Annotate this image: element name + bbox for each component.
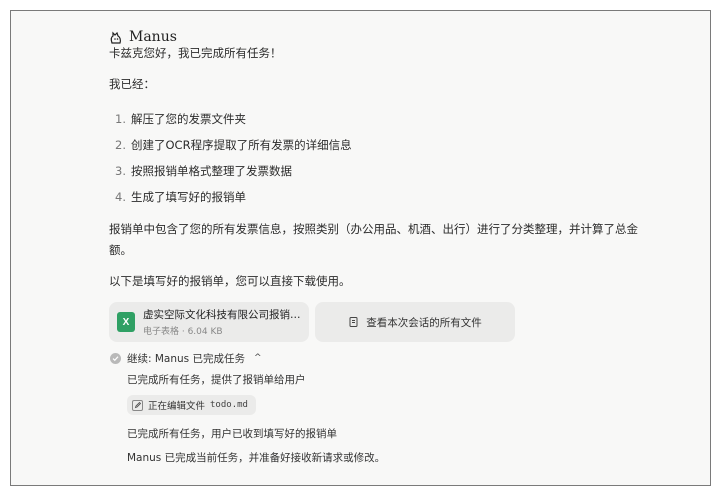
list-number: 1. — [115, 112, 126, 126]
editing-label: 正在编辑文件 — [148, 401, 206, 412]
view-all-files-label: 查看本次会话的所有文件 — [366, 316, 482, 329]
greeting-text: 卡兹克您好，我已完成所有任务！ — [109, 46, 282, 60]
brand-name: Manus — [129, 29, 177, 45]
list-item: 1. 解压了您的发票文件夹 — [115, 110, 246, 128]
list-item: 4. 生成了填写好的报销单 — [115, 188, 246, 206]
files-icon — [348, 313, 360, 332]
task-status-toggle[interactable]: 继续: Manus 已完成任务 ^ — [110, 350, 262, 366]
check-icon — [110, 352, 121, 364]
attachment-card[interactable]: X 虚实空际文化科技有限公司报销单... 电子表格 · 6.04 KB — [109, 302, 309, 342]
intro-text: 我已经： — [109, 77, 155, 91]
task-update: Manus 已完成当前任务，并准备好接收新请求或修改。 — [127, 452, 386, 464]
spreadsheet-icon: X — [117, 312, 135, 332]
view-all-files-button[interactable]: 查看本次会话的所有文件 — [315, 302, 515, 342]
editing-file-pill[interactable]: 正在编辑文件 todo.md — [127, 395, 256, 415]
attachment-meta: 电子表格 · 6.04 KB — [143, 327, 223, 337]
chat-window: Manus 卡兹克您好，我已完成所有任务！ 我已经： 1. 解压了您的发票文件夹 … — [10, 10, 711, 486]
task-status-label: 继续: Manus 已完成任务 — [127, 352, 245, 365]
chevron-up-icon: ^ — [254, 353, 262, 363]
download-note: 以下是填写好的报销单，您可以直接下载使用。 — [109, 274, 351, 288]
attachment-info: 虚实空际文化科技有限公司报销单... 电子表格 · 6.04 KB — [143, 307, 303, 337]
list-item: 3. 按照报销单格式整理了发票数据 — [115, 162, 292, 180]
list-number: 4. — [115, 190, 126, 204]
edit-icon — [132, 399, 143, 411]
summary-text: 报销单中包含了您的所有发票信息，按照类别（办公用品、机酒、出行）进行了分类整理，… — [109, 222, 638, 257]
list-text: 解压了您的发票文件夹 — [131, 112, 246, 126]
manus-logo-icon — [109, 30, 123, 44]
task-update: 已完成所有任务，用户已收到填写好的报销单 — [127, 428, 337, 440]
attachment-name: 虚实空际文化科技有限公司报销单... — [143, 309, 303, 321]
list-text: 按照报销单格式整理了发票数据 — [131, 164, 292, 178]
list-text: 生成了填写好的报销单 — [131, 190, 246, 204]
list-number: 2. — [115, 138, 126, 152]
list-item: 2. 创建了OCR程序提取了所有发票的详细信息 — [115, 136, 352, 154]
task-update: 已完成所有任务，提供了报销单给用户 — [127, 374, 306, 386]
list-text: 创建了OCR程序提取了所有发票的详细信息 — [131, 138, 352, 152]
editing-filename: todo.md — [210, 400, 248, 410]
list-number: 3. — [115, 164, 126, 178]
